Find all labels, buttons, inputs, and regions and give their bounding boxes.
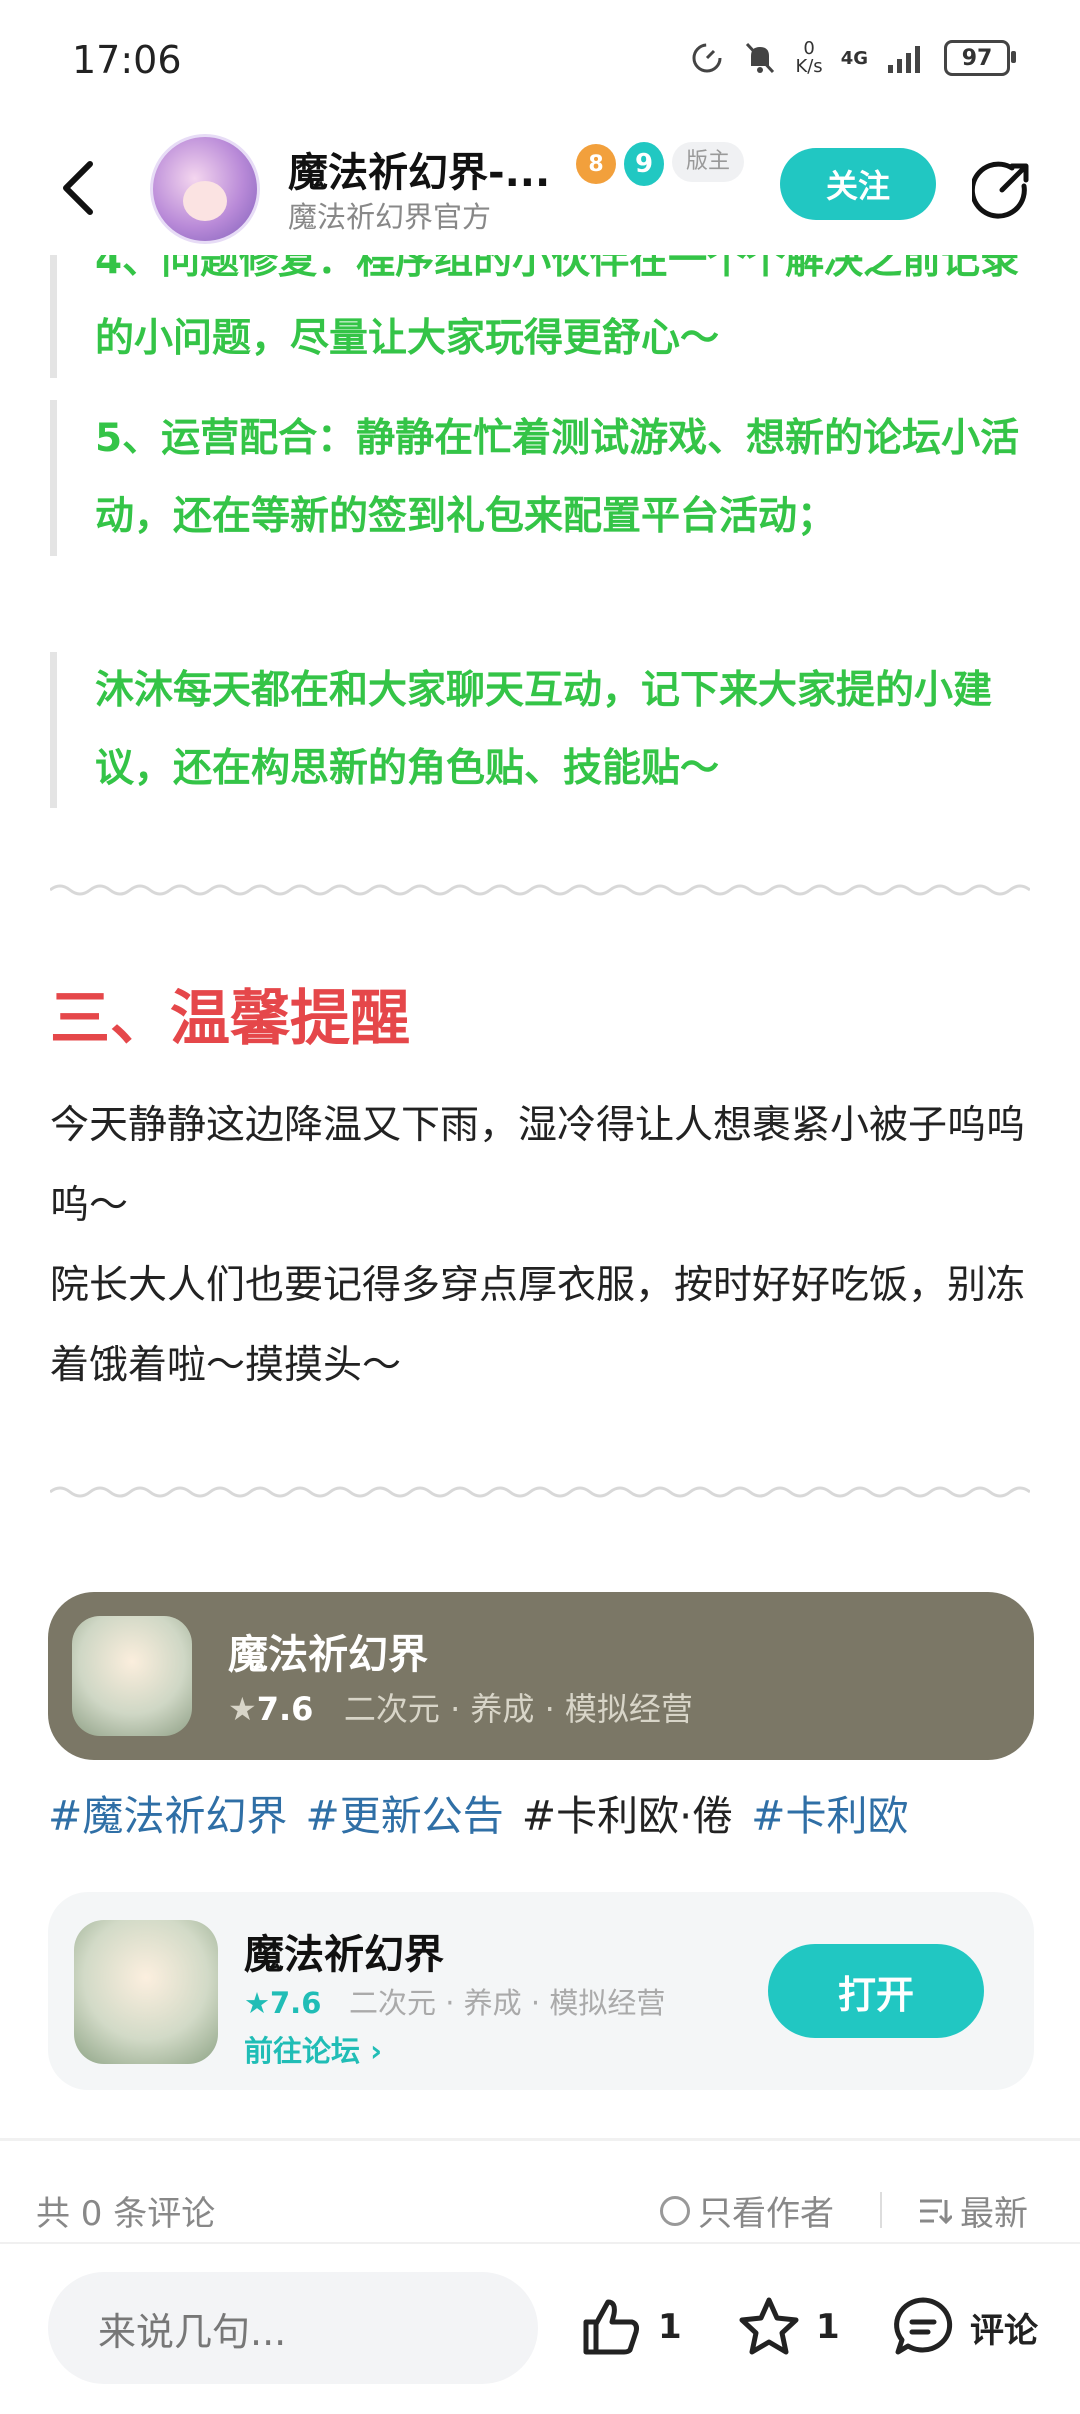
game-genres: 二次元 · 养成 · 模拟经营 [349, 1986, 666, 2020]
moderator-badge: 版主 [672, 142, 745, 182]
quote-block-mumu: 沐沐每天都在和大家聊天互动，记下来大家提的小建议，还在构思新的角色贴、技能贴～ [50, 652, 1040, 808]
game-meta: ★7.6 二次元 · 养成 · 模拟经营 [244, 1980, 665, 2022]
comment-button[interactable]: 评论 [890, 2294, 1038, 2360]
like-count: 1 [658, 2307, 682, 2347]
comment-input[interactable]: 来说几句... [48, 2272, 538, 2384]
tag-link[interactable]: #卡利欧 [751, 1782, 908, 1842]
divider [0, 2138, 1080, 2141]
status-time: 17:06 [72, 38, 182, 82]
game-score: 7.6 [256, 1690, 314, 1728]
game-score: 7.6 [270, 1986, 322, 2020]
star-icon: ★ [244, 1986, 270, 2020]
game-icon [74, 1920, 218, 2064]
back-arrow-icon[interactable] [56, 158, 100, 218]
comment-count: 共 0 条评论 [36, 2194, 216, 2234]
game-banner[interactable]: 魔法祈幻界 ★7.6 二次元 · 养成 · 模拟经营 [48, 1592, 1034, 1760]
thumbs-up-icon [583, 2299, 639, 2355]
status-bar: 17:06 0 K/s 4G 97 [0, 0, 1080, 120]
game-icon [72, 1616, 192, 1736]
comment-label: 评论 [970, 2310, 1038, 2351]
only-author-toggle[interactable]: 只看作者 [660, 2186, 834, 2235]
tag-link[interactable]: #魔法祈幻界 [48, 1782, 287, 1842]
tag-list: #魔法祈幻界 #更新公告 #卡利欧·倦 #卡利欧 [48, 1782, 908, 1842]
comment-bubble-icon [894, 2297, 953, 2355]
tag-link[interactable]: #更新公告 [305, 1782, 503, 1842]
share-icon[interactable] [972, 158, 1034, 220]
game-name: 魔法祈幻界 [244, 1932, 444, 1978]
separator [880, 2192, 882, 2228]
chevron-right-icon: › [370, 2034, 383, 2068]
paragraph-reminder: 院长大人们也要记得多穿点厚衣服，按时好好吃饭，别冻着饿着啦～摸摸头～ [50, 1263, 1026, 1388]
post-header: 魔法祈幻界-... 8 9 版主 魔法祈幻界官方 关注 [0, 120, 1080, 255]
like-button[interactable]: 1 [578, 2294, 682, 2360]
battery-icon: 97 [944, 40, 1016, 76]
forum-link[interactable]: 前往论坛 › [244, 2028, 382, 2070]
favorite-button[interactable]: 1 [736, 2294, 840, 2360]
sort-button[interactable]: 最新 [918, 2186, 1028, 2235]
radio-icon [660, 2195, 690, 2226]
battery-level: 97 [961, 45, 993, 71]
section-title: 三、温馨提醒 [50, 984, 410, 1054]
comment-placeholder: 来说几句... [98, 2309, 287, 2354]
network-type: 4G [840, 47, 868, 69]
tag-link[interactable]: #卡利欧·倦 [522, 1782, 733, 1842]
sort-label: 最新 [960, 2194, 1028, 2234]
net-speed: 0 K/s [795, 40, 822, 76]
game-meta: ★7.6 二次元 · 养成 · 模拟经营 [228, 1684, 693, 1730]
mute-bell-icon [746, 42, 775, 74]
sort-icon [920, 2199, 952, 2224]
favorite-count: 1 [816, 2307, 840, 2347]
paragraph-weather: 今天静静这边降温又下雨，湿冷得让人想裹紧小被子呜呜呜～ [50, 1103, 1026, 1228]
game-genres: 二次元 · 养成 · 模拟经营 [343, 1690, 693, 1728]
rank-badge: 9 [624, 142, 664, 186]
forum-link-label: 前往论坛 [244, 2034, 361, 2068]
star-outline-icon [739, 2297, 799, 2355]
author-avatar[interactable] [150, 134, 260, 244]
game-card[interactable]: 魔法祈幻界 ★7.6 二次元 · 养成 · 模拟经营 前往论坛 › 打开 [48, 1892, 1034, 2090]
author-name[interactable]: 魔法祈幻界-... [288, 140, 550, 198]
level-badge: 8 [576, 144, 616, 184]
author-subtitle: 魔法祈幻界官方 [288, 200, 492, 234]
data-saver-icon [692, 43, 722, 73]
game-name: 魔法祈幻界 [228, 1632, 428, 1678]
only-author-label: 只看作者 [698, 2194, 834, 2234]
status-icons: 0 K/s 4G 97 [689, 40, 1016, 76]
bottom-bar: 来说几句... 1 1 评论 [0, 2242, 1080, 2414]
open-game-button[interactable]: 打开 [768, 1944, 984, 2038]
quote-block-ops: 5、运营配合：静静在忙着测试游戏、想新的论坛小活动，还在等新的签到礼包来配置平台… [50, 400, 1040, 556]
star-icon: ★ [228, 1690, 257, 1728]
wavy-divider [50, 1486, 1030, 1498]
net-speed-unit: K/s [795, 56, 823, 77]
follow-button[interactable]: 关注 [780, 148, 936, 220]
signal-icon [888, 46, 920, 73]
level-badge-value: 8 [588, 151, 604, 177]
wavy-divider [50, 884, 1030, 896]
comment-toolbar: 共 0 条评论 只看作者 最新 [0, 2180, 1080, 2240]
